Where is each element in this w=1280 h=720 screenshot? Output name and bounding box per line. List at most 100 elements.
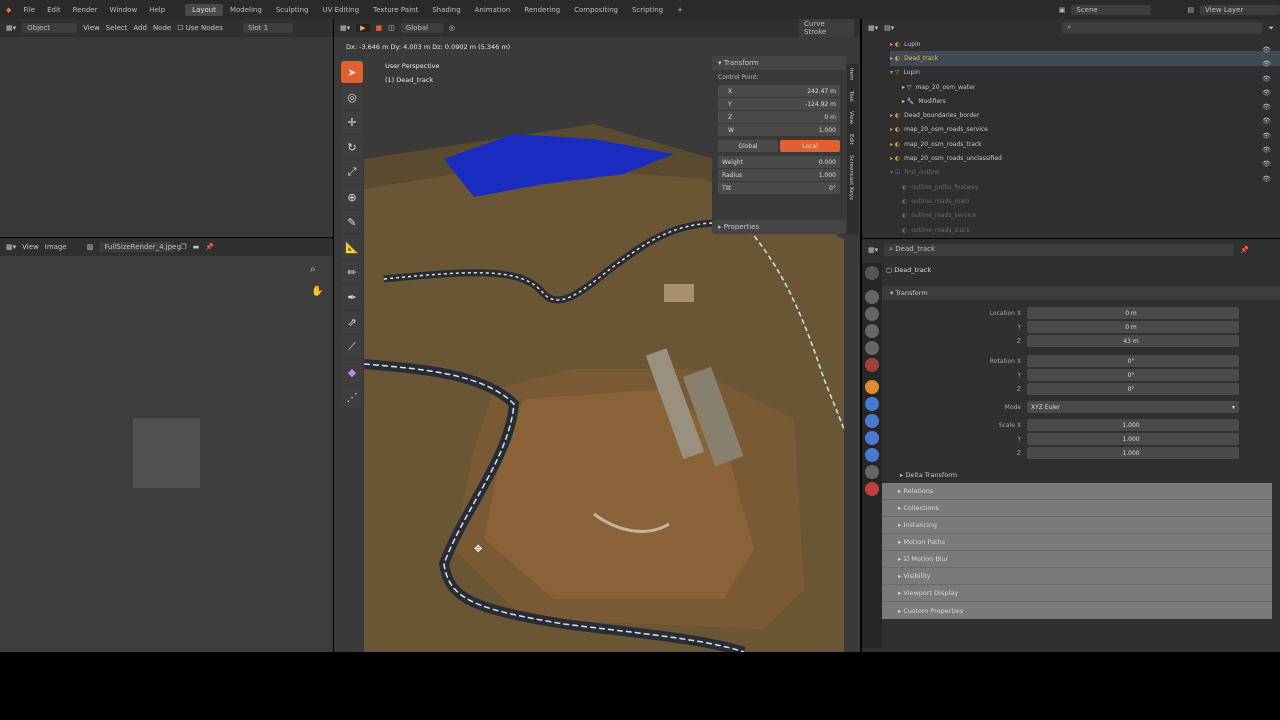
measure-tool-icon[interactable]: 📐: [341, 236, 363, 258]
open-image-icon[interactable]: ▬: [193, 243, 200, 251]
checkbox-icon[interactable]: ☑: [903, 555, 909, 563]
eye-icon[interactable]: 👁: [1262, 157, 1271, 171]
tab-animation[interactable]: Animation: [468, 4, 518, 16]
outliner-row[interactable]: ▾ ☑ first_outline: [890, 166, 1280, 180]
section-collections[interactable]: ▸ Collections: [882, 500, 1272, 517]
rotation-z-field[interactable]: 0°: [1027, 383, 1239, 395]
rotate-tool-icon[interactable]: ↻: [341, 136, 363, 158]
menu-view[interactable]: View: [83, 24, 100, 32]
use-nodes-checkbox[interactable]: ☐ Use Nodes: [177, 24, 223, 32]
scale-x-field[interactable]: 1.000: [1027, 419, 1239, 431]
pivot-dropdown[interactable]: Curve Stroke: [799, 19, 854, 37]
outliner-row[interactable]: ▸ ▽ map_20_osm_water: [890, 80, 1280, 94]
filter-icon[interactable]: ⏷: [1268, 24, 1274, 33]
material-tab-icon[interactable]: [865, 482, 879, 496]
pen-tool-icon[interactable]: ✒: [341, 286, 363, 308]
tilt-tool-icon[interactable]: ◆: [341, 361, 363, 383]
menu-edit[interactable]: Edit: [41, 6, 67, 14]
transform-panel-header[interactable]: ▾ Transform: [712, 56, 846, 70]
object-tab-icon[interactable]: [865, 380, 879, 394]
image-editor-area[interactable]: ▦▾ View Image ▨ FullSizeRender_4.jpeg ❐ …: [0, 238, 333, 652]
output-tab-icon[interactable]: [865, 307, 879, 321]
scale-tool-icon[interactable]: ⤢: [341, 161, 363, 183]
eye-icon[interactable]: 👁: [1262, 43, 1271, 57]
tool-tab-icon[interactable]: [865, 266, 879, 280]
section-viewport-display[interactable]: ▸ Viewport Display: [882, 585, 1272, 602]
location-x-field[interactable]: 0 m: [1027, 307, 1239, 319]
hand-icon[interactable]: ✋: [311, 286, 323, 297]
move-tool-icon[interactable]: ✛: [341, 111, 363, 133]
blender-logo-icon[interactable]: ◆: [0, 6, 17, 14]
outliner-row[interactable]: ▸ ◐ Dead_boundaries_border: [890, 108, 1280, 122]
tab-uv-editing[interactable]: UV Editing: [316, 4, 367, 16]
section-visibility[interactable]: ▸ Visibility: [882, 568, 1272, 585]
properties-editor[interactable]: ▦▾ ⌕ Dead_track 📌 ▢ Dead_track ▾ Transfo…: [862, 239, 1280, 652]
outliner-row[interactable]: ◐ outline_roads_main: [890, 194, 1280, 208]
editor-type-icon[interactable]: ▦▾: [6, 24, 16, 32]
world-tab-icon[interactable]: [865, 358, 879, 372]
section-motion-paths[interactable]: ▸ Motion Paths: [882, 534, 1272, 551]
editor-type-icon[interactable]: ▦▾: [868, 246, 878, 254]
properties-n-panel-header[interactable]: ▸ Properties: [712, 220, 846, 234]
draw-tool-icon[interactable]: ✏: [341, 261, 363, 283]
image-selector[interactable]: FullSizeRender_4.jpeg: [99, 242, 181, 252]
constraints-tab-icon[interactable]: [865, 448, 879, 462]
space-global-toggle[interactable]: Global: [718, 140, 778, 152]
pin-icon[interactable]: 📌: [205, 243, 214, 251]
outliner-row[interactable]: ◐ outline_roads_service: [890, 209, 1280, 223]
transform-tool-icon[interactable]: ⊕: [341, 186, 363, 208]
render-tab-icon[interactable]: [865, 290, 879, 304]
eye-icon[interactable]: 👁: [1262, 129, 1271, 143]
view-layer-tab-icon[interactable]: [865, 324, 879, 338]
outliner-row[interactable]: ▸ ◐ Lupin: [890, 37, 1280, 51]
weight-field[interactable]: Weight 0.000: [718, 156, 840, 168]
delta-transform-subpanel[interactable]: ▸ Delta Transform: [892, 468, 1280, 482]
section-relations[interactable]: ▸ Relations: [882, 483, 1272, 500]
radius-field[interactable]: Radius 1.000: [718, 169, 840, 181]
tab-scripting[interactable]: Scripting: [625, 4, 670, 16]
editor-type-icon[interactable]: ▦▾: [6, 243, 16, 251]
eye-icon[interactable]: 👁: [1262, 57, 1271, 71]
control-point-x[interactable]: X 242.47 m: [718, 85, 840, 97]
outliner-row[interactable]: ▾ ▽ Lupin: [890, 66, 1280, 80]
outliner-row[interactable]: ◐ outline_roads_track: [890, 223, 1280, 237]
eye-icon[interactable]: 👁: [1262, 143, 1271, 157]
annotate-tool-icon[interactable]: ✎: [341, 211, 363, 233]
control-point-w[interactable]: W 1.000: [718, 124, 840, 136]
transform-section-header[interactable]: ▾ Transform: [882, 286, 1280, 300]
3d-cursor-icon[interactable]: ✥: [474, 544, 482, 555]
slot-dropdown[interactable]: Slot 1: [242, 23, 293, 33]
outliner-row[interactable]: ◐ outline_paths_footway: [890, 180, 1280, 194]
menu-select[interactable]: Select: [106, 24, 128, 32]
zoom-icon[interactable]: ⌕: [310, 264, 316, 275]
record-icon[interactable]: ■: [376, 24, 383, 32]
eye-icon[interactable]: 👁: [1262, 72, 1271, 86]
play-button[interactable]: ▶: [356, 24, 370, 32]
outliner-row[interactable]: ▸ 🔧 Modifiers: [890, 94, 1280, 108]
tab-sculpting[interactable]: Sculpting: [269, 4, 316, 16]
rotation-x-field[interactable]: 0°: [1027, 355, 1239, 367]
menu-image[interactable]: Image: [45, 243, 67, 251]
orientation-dropdown[interactable]: Global: [400, 23, 443, 33]
location-y-field[interactable]: 0 m: [1027, 321, 1239, 333]
modifier-tab-icon[interactable]: [865, 397, 879, 411]
menu-add[interactable]: Add: [133, 24, 147, 32]
outliner-row[interactable]: ▸ ◐ map_20_osm_roads_service: [890, 123, 1280, 137]
particles-tab-icon[interactable]: [865, 414, 879, 428]
menu-render[interactable]: Render: [67, 6, 104, 14]
extrude-tool-icon[interactable]: ⇗: [341, 311, 363, 333]
tab-tool[interactable]: Tool: [848, 91, 854, 102]
tab-modeling[interactable]: Modeling: [223, 4, 269, 16]
viewport-3d[interactable]: ▦▾ ▶ ■ ◫ Global ◎ Curve Stroke Dx: -3.64…: [334, 19, 860, 652]
editor-type-icon[interactable]: ▦▾: [340, 24, 350, 32]
tab-rendering[interactable]: Rendering: [517, 4, 567, 16]
eye-icon[interactable]: 👁: [1262, 86, 1271, 100]
snap-icon[interactable]: ◫: [388, 24, 395, 32]
data-tab-icon[interactable]: [865, 465, 879, 479]
outliner-area[interactable]: ▦▾ ▤▾ ⌕ ⏷ ▸ ◐ Lupin ▸ ◐ Dead_track ▾ ▽ Lupi…: [862, 19, 1280, 238]
rotation-mode-dropdown[interactable]: XYZ Euler ▾: [1027, 401, 1239, 413]
tilt-field[interactable]: Tilt 0°: [718, 182, 840, 194]
control-point-z[interactable]: Z 0 m: [718, 111, 840, 123]
scene-tab-icon[interactable]: [865, 341, 879, 355]
properties-search-input[interactable]: ⌕ Dead_track: [884, 244, 1235, 256]
